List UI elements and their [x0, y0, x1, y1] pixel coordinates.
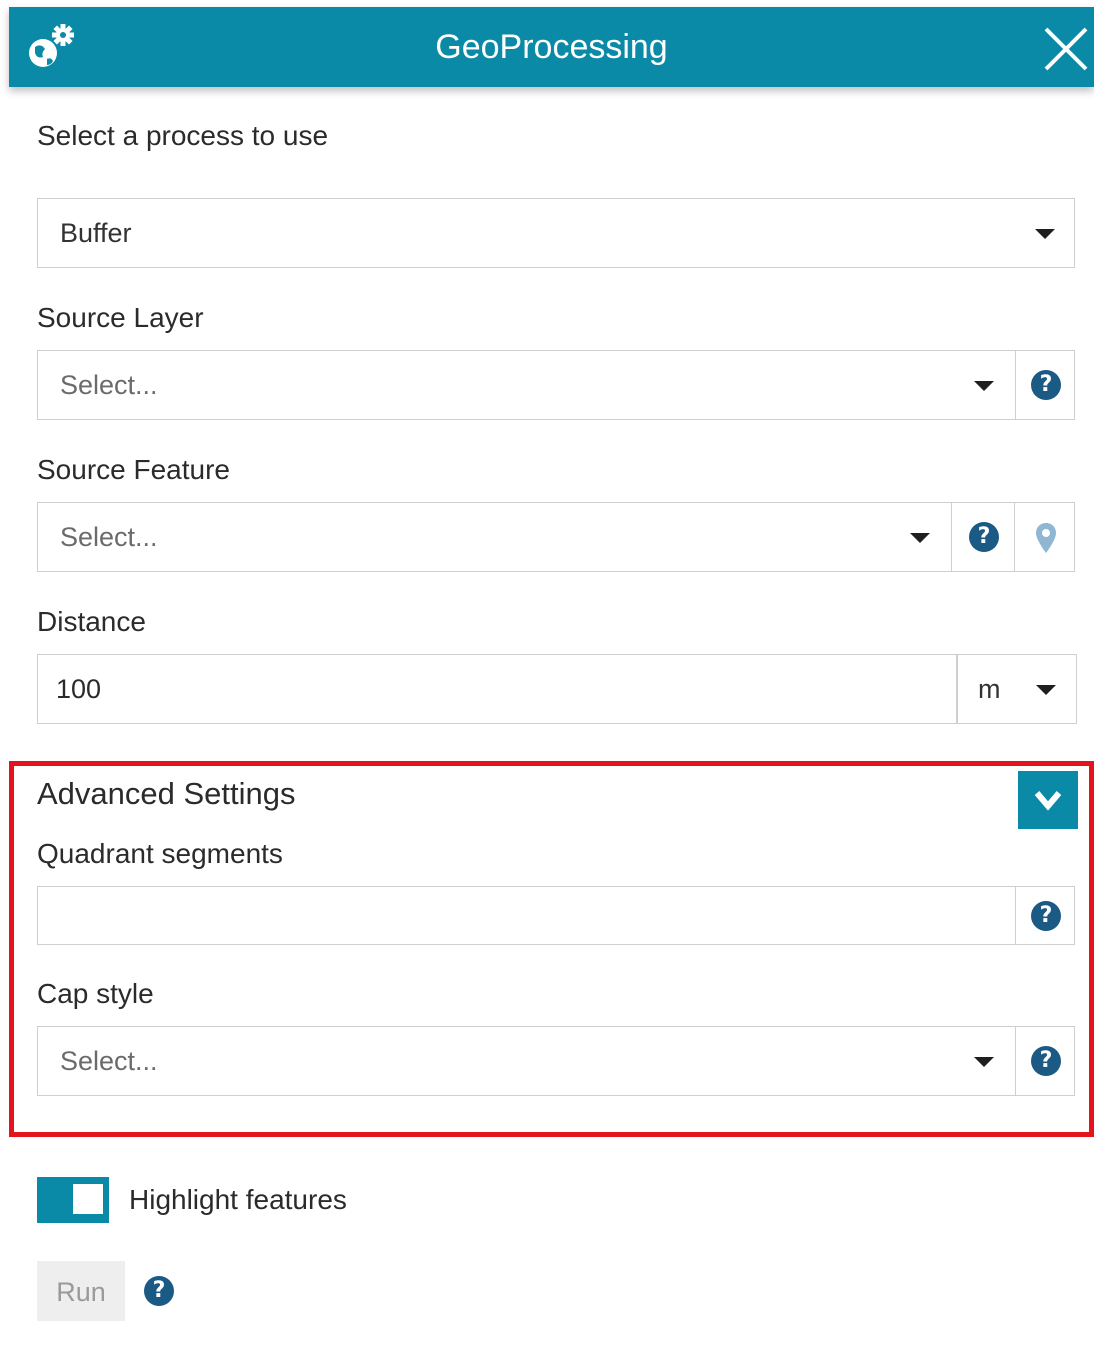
source-layer-placeholder: Select...: [60, 370, 158, 400]
highlight-features-toggle[interactable]: [37, 1177, 109, 1223]
run-button[interactable]: Run: [37, 1261, 125, 1321]
source-layer-label: Source Layer: [37, 302, 204, 333]
map-marker-icon: [1036, 523, 1056, 553]
distance-unit-value: m: [978, 674, 1001, 704]
quadrant-segments-help-button[interactable]: ?: [1015, 887, 1076, 944]
cap-style-select[interactable]: Select... ?: [37, 1026, 1075, 1096]
chevron-down-icon: [974, 381, 994, 391]
question-circle-icon: ?: [969, 522, 999, 552]
toggle-knob: [73, 1184, 103, 1214]
question-circle-icon[interactable]: ?: [144, 1276, 174, 1306]
highlight-features-label: Highlight features: [129, 1184, 347, 1215]
cap-style-label: Cap style: [37, 978, 154, 1009]
source-layer-help-button[interactable]: ?: [1015, 351, 1076, 419]
source-feature-help-button[interactable]: ?: [951, 503, 1014, 571]
panel-title: GeoProcessing: [435, 28, 668, 66]
quadrant-segments-input[interactable]: ?: [37, 886, 1075, 945]
chevron-down-icon: [910, 533, 930, 543]
quadrant-segments-label: Quadrant segments: [37, 838, 283, 869]
source-feature-label: Source Feature: [37, 454, 230, 485]
chevron-down-icon: [1036, 685, 1056, 695]
source-feature-placeholder: Select...: [60, 522, 158, 552]
chevron-down-icon: [1035, 229, 1055, 239]
chevron-down-icon: [1034, 791, 1062, 811]
pick-feature-button[interactable]: [1014, 503, 1076, 571]
process-label: Select a process to use: [37, 120, 329, 151]
panel-header: GeoProcessing: [9, 7, 1094, 87]
cap-style-placeholder: Select...: [60, 1046, 158, 1076]
advanced-settings-toggle-button[interactable]: [1018, 771, 1078, 829]
chevron-down-icon: [974, 1057, 994, 1067]
advanced-settings-title: Advanced Settings: [37, 776, 296, 811]
distance-input-value: 100: [56, 674, 102, 704]
distance-label: Distance: [37, 606, 146, 637]
question-circle-icon: ?: [1031, 901, 1061, 931]
cap-style-help-button[interactable]: ?: [1015, 1027, 1076, 1095]
source-feature-select[interactable]: Select... ?: [37, 502, 1075, 572]
question-circle-icon: ?: [1031, 370, 1061, 400]
question-circle-icon: ?: [1031, 1046, 1061, 1076]
source-layer-select[interactable]: Select... ?: [37, 350, 1075, 420]
process-select-value: Buffer: [60, 218, 132, 248]
distance-input[interactable]: 100: [37, 654, 957, 724]
process-select[interactable]: Buffer: [37, 198, 1075, 268]
close-icon[interactable]: [1042, 25, 1090, 73]
distance-unit-select[interactable]: m: [957, 654, 1077, 724]
